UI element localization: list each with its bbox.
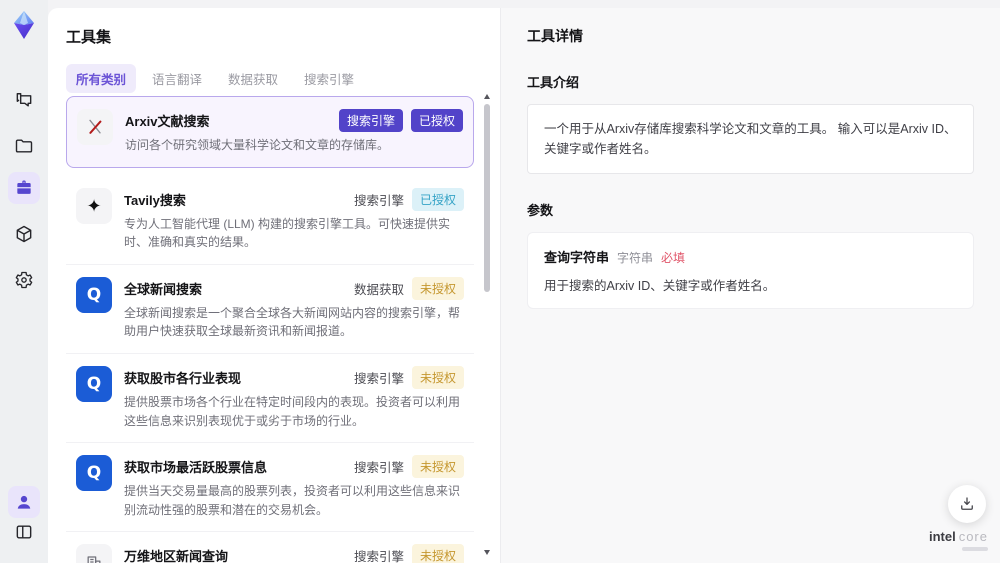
category-label: 搜索引擎	[353, 461, 404, 476]
tool-name: 获取市场最活跃股票信息	[124, 460, 268, 476]
toolset-panel: 工具集 所有类别 语言翻译 数据获取 搜索引擎 Arxiv文献搜索 搜索引擎 已…	[48, 8, 500, 563]
param-required-badge: 必填	[661, 251, 686, 265]
download-icon	[961, 497, 973, 510]
chat-icon	[16, 93, 32, 107]
tool-name: Tavily搜索	[124, 192, 186, 208]
sidebar-item-models[interactable]	[8, 218, 40, 250]
category-badge: 搜索引擎	[338, 109, 403, 132]
arxiv-icon	[77, 109, 113, 145]
tab-translation[interactable]: 语言翻译	[142, 64, 212, 93]
auth-status-badge: 未授权	[411, 544, 464, 563]
tool-description: 提供当天交易量最高的股票列表，投资者可以利用这些信息来识别流动性强的股票和潜在的…	[124, 484, 461, 517]
intel-word: intel	[928, 529, 956, 544]
gear-icon	[15, 271, 33, 289]
auth-status-badge: 已授权	[411, 187, 464, 211]
category-label: 数据获取	[353, 282, 404, 297]
category-label: 搜索引擎	[353, 550, 404, 563]
tab-search-engine[interactable]: 搜索引擎	[294, 64, 364, 93]
tab-data-fetch[interactable]: 数据获取	[218, 64, 288, 93]
sidebar-item-tools[interactable]	[8, 172, 40, 204]
tool-description: 专为人工智能代理 (LLM) 构建的搜索引擎工具。可快速提供实时、准确和真实的结…	[124, 216, 451, 250]
star-icon: ✦	[76, 187, 112, 224]
sidebar-item-chat[interactable]	[8, 84, 40, 116]
user-icon	[17, 495, 31, 509]
category-label: 搜索引擎	[353, 371, 404, 386]
tool-card-arxiv[interactable]: Arxiv文献搜索 搜索引擎 已授权 访问各个研究领域大量科学论文和文章的存储库…	[66, 96, 474, 168]
category-tabs: 所有类别 语言翻译 数据获取 搜索引擎	[66, 64, 364, 93]
folder-icon	[15, 139, 33, 153]
param-card: 查询字符串 字符串 必填 用于搜索的Arxiv ID、关键字或作者姓名。	[527, 232, 974, 309]
region-news-icon	[76, 544, 112, 563]
scroll-up-icon[interactable]	[484, 94, 490, 99]
scroll-down-icon[interactable]	[484, 550, 490, 555]
auth-status-badge: 未授权	[411, 365, 464, 389]
auth-status-badge: 未授权	[411, 276, 464, 300]
detail-title: 工具详情	[527, 28, 583, 44]
panel-icon	[16, 525, 32, 539]
list-scrollbar[interactable]	[483, 94, 491, 555]
app-window: 工具集 所有类别 语言翻译 数据获取 搜索引擎 Arxiv文献搜索 搜索引擎 已…	[0, 0, 1000, 563]
cube-icon	[16, 225, 32, 243]
auth-status-badge: 已授权	[410, 109, 463, 132]
tool-card-region-news[interactable]: 万维地区新闻查询 搜索引擎 未授权 查询具体行政区划内的新闻，快速了解各地新闻动	[66, 532, 474, 563]
tool-name: Arxiv文献搜索	[125, 114, 210, 129]
core-word: core	[958, 529, 988, 544]
intel-logo-subtext	[962, 547, 988, 551]
param-name: 查询字符串	[544, 250, 610, 265]
sidebar-item-settings[interactable]	[8, 264, 40, 296]
app-sidebar	[0, 0, 48, 563]
app-logo-icon[interactable]	[7, 8, 41, 42]
category-label: 搜索引擎	[353, 193, 404, 208]
intro-heading: 工具介绍	[527, 75, 580, 90]
tool-card-global-news[interactable]: Q 全球新闻搜索 数据获取 未授权 全球新闻搜索是一个聚合全球各大新闻网站内容的…	[66, 264, 474, 354]
global-news-icon: Q	[76, 276, 112, 313]
active-stock-icon: Q	[76, 455, 112, 492]
tool-name: 万维地区新闻查询	[124, 549, 229, 563]
tool-list: Arxiv文献搜索 搜索引擎 已授权 访问各个研究领域大量科学论文和文章的存储库…	[66, 96, 474, 563]
intel-core-logo: intel core	[929, 529, 988, 551]
tab-all-categories[interactable]: 所有类别	[66, 64, 137, 93]
scrollbar-thumb[interactable]	[484, 104, 490, 292]
tool-intro-text: 一个用于从Arxiv存储库搜索科学论文和文章的工具。 输入可以是Arxiv ID…	[527, 104, 974, 174]
tool-description: 提供股票市场各个行业在特定时间段内的表现。投资者可以利用这些信息来识别表现优于或…	[124, 394, 461, 428]
tool-card-active-stock[interactable]: Q 获取市场最活跃股票信息 搜索引擎 未授权 提供当天交易量最高的股票列表，投资…	[66, 443, 474, 533]
sidebar-item-collapse[interactable]	[8, 516, 40, 548]
sidebar-item-files[interactable]	[8, 130, 40, 162]
tool-detail-panel: 工具详情 工具介绍 一个用于从Arxiv存储库搜索科学论文和文章的工具。 输入可…	[500, 8, 1000, 563]
download-button[interactable]	[948, 485, 986, 523]
tool-description: 访问各个研究领域大量科学论文和文章的存储库。	[125, 138, 390, 152]
sidebar-item-account[interactable]	[8, 486, 40, 518]
stock-sector-icon: Q	[76, 365, 112, 402]
tool-name: 全球新闻搜索	[124, 281, 203, 297]
param-description: 用于搜索的Arxiv ID、关键字或作者姓名。	[544, 279, 776, 293]
tool-card-tavily[interactable]: ✦ Tavily搜索 搜索引擎 已授权 专为人工智能代理 (LLM) 构建的搜索…	[66, 175, 474, 265]
params-heading: 参数	[527, 203, 554, 218]
tool-name: 获取股市各行业表现	[124, 370, 242, 386]
tool-card-stock-sector[interactable]: Q 获取股市各行业表现 搜索引擎 未授权 提供股票市场各个行业在特定时间段内的表…	[66, 353, 474, 444]
param-type: 字符串	[617, 251, 654, 265]
tool-description: 全球新闻搜索是一个聚合全球各大新闻网站内容的搜索引擎，帮助用户快速获取全球最新资…	[124, 305, 461, 339]
page-title: 工具集	[66, 29, 112, 46]
briefcase-icon	[17, 180, 31, 194]
auth-status-badge: 未授权	[411, 455, 464, 479]
